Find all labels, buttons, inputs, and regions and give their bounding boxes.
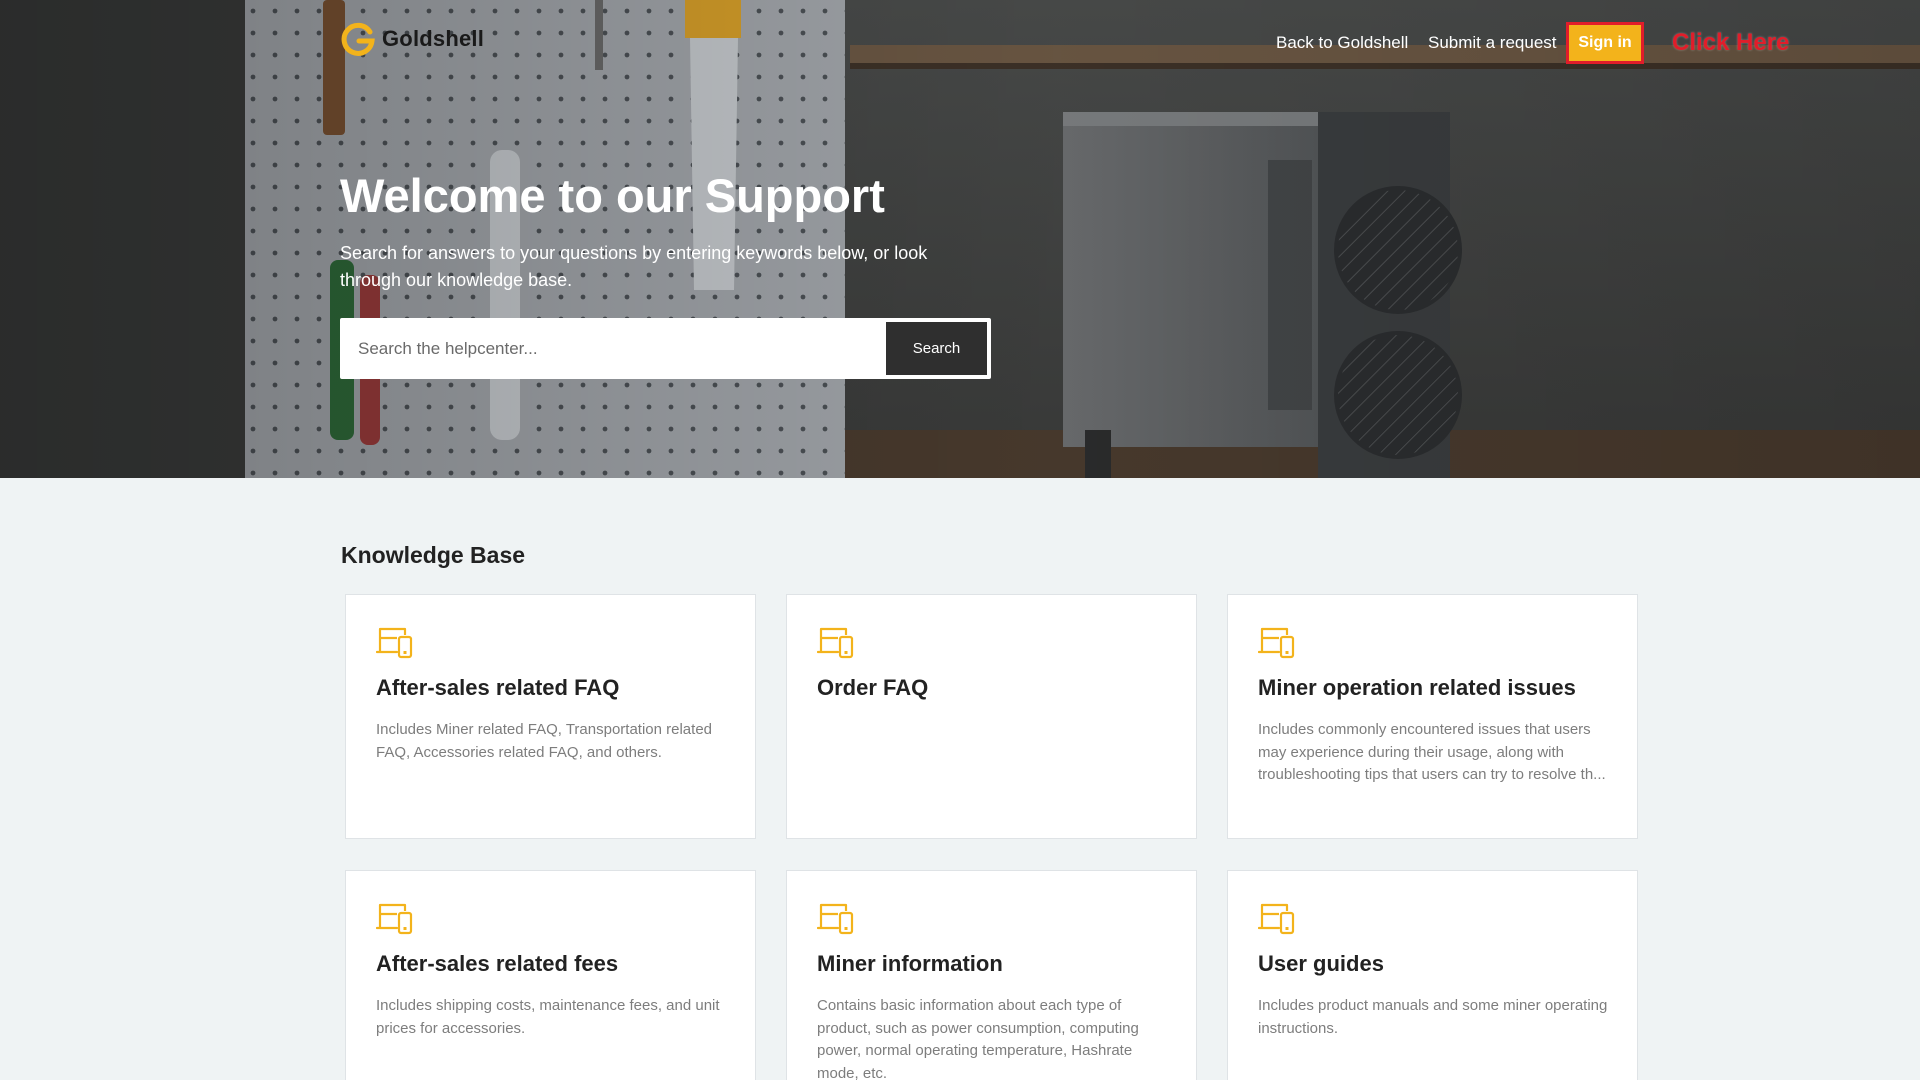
category-description: Includes commonly encountered issues tha… — [1258, 721, 1606, 783]
category-description: Includes shipping costs, maintenance fee… — [376, 997, 720, 1037]
devices-icon — [376, 903, 413, 935]
category-title[interactable]: After-sales related FAQ — [376, 675, 736, 701]
devices-icon — [1258, 627, 1295, 659]
category-title[interactable]: Miner operation related issues — [1258, 675, 1618, 701]
goldshell-g-icon — [341, 22, 375, 56]
search-input[interactable] — [342, 320, 886, 377]
page-title: Welcome to our Support — [340, 169, 885, 222]
category-description: Contains basic information about each ty… — [817, 997, 1139, 1080]
category-title[interactable]: User guides — [1258, 951, 1618, 977]
category-title[interactable]: Miner information — [817, 951, 1177, 977]
category-card[interactable]: After-sales related fees Includes shippin… — [345, 870, 756, 1080]
hero-banner: Goldshell Back to Goldshell Submit a req… — [0, 0, 1920, 478]
devices-icon — [376, 627, 413, 659]
devices-icon — [817, 627, 854, 659]
devices-icon — [1258, 903, 1295, 935]
category-card[interactable]: After-sales related FAQ Includes Miner re… — [345, 594, 756, 839]
category-card[interactable]: Miner information Contains basic informat… — [786, 870, 1197, 1080]
category-card[interactable]: Miner operation related issues Includes c… — [1227, 594, 1638, 839]
goldshell-logo-link[interactable]: Goldshell — [340, 21, 484, 57]
page-root: Goldshell Back to Goldshell Submit a req… — [0, 0, 1920, 1080]
search-form: Search — [340, 318, 991, 379]
category-description: Includes product manuals and some miner … — [1258, 997, 1608, 1037]
category-title[interactable]: After-sales related fees — [376, 951, 736, 977]
category-description: Includes Miner related FAQ, Transportati… — [376, 721, 713, 761]
hero-subtitle: Search for answers to your questions by … — [340, 243, 928, 290]
back-to-goldshell-link[interactable]: Back to Goldshell — [1276, 22, 1408, 64]
category-card[interactable]: User guides Includes product manuals and … — [1227, 870, 1638, 1080]
submit-request-link[interactable]: Submit a request — [1428, 22, 1557, 64]
category-title[interactable]: Order FAQ — [817, 675, 1177, 701]
click-here-annotation: Click Here — [1672, 29, 1790, 56]
sign-in-button[interactable]: Sign in — [1566, 22, 1644, 64]
logo-text: Goldshell — [382, 26, 485, 51]
category-card[interactable]: Order FAQ — [786, 594, 1197, 839]
knowledge-base-heading: Knowledge Base — [341, 542, 526, 568]
sign-in-label: Sign in — [1578, 34, 1632, 51]
devices-icon — [817, 903, 854, 935]
search-button[interactable]: Search — [886, 322, 987, 375]
